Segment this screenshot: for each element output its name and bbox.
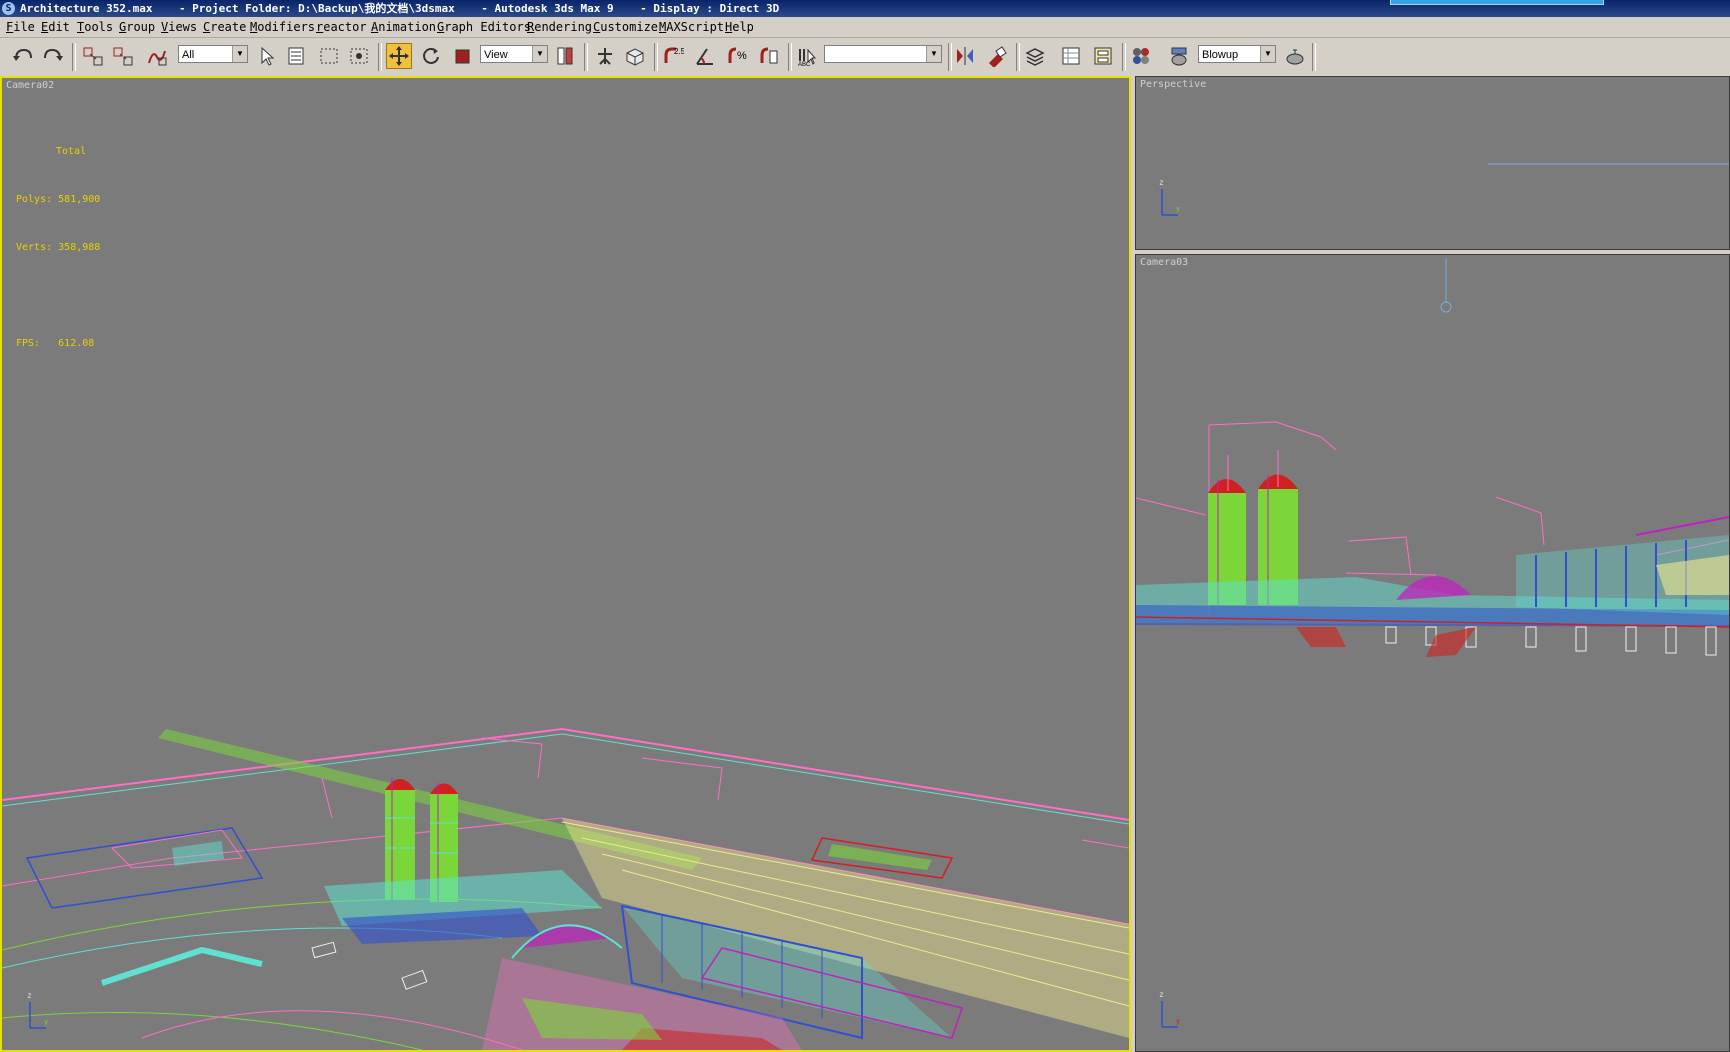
chevron-down-icon: ▼: [232, 46, 247, 62]
menu-bar: File Edit Tools Group Views Create Modif…: [0, 17, 1730, 38]
main-toolbar: All ▼ View ▼ 2.5 % ABC ▼ Blowup ▼: [0, 38, 1730, 77]
window-crossing-icon[interactable]: [346, 43, 372, 69]
menu-group[interactable]: Group: [119, 17, 155, 37]
layer-manager-icon[interactable]: [1022, 43, 1048, 69]
fps-label: FPS:: [16, 338, 41, 349]
svg-text:ABC: ABC: [798, 62, 811, 67]
svg-text:z: z: [1159, 178, 1164, 187]
fps-value: 612.08: [58, 338, 95, 349]
mirror-icon[interactable]: [952, 43, 978, 69]
move-icon[interactable]: [386, 43, 412, 69]
menu-maxscript[interactable]: MAXScript: [659, 17, 724, 37]
camera03-wireframe-scene: z y: [1136, 258, 1729, 1028]
menu-edit[interactable]: Edit: [41, 17, 70, 37]
select-object-icon[interactable]: [254, 43, 280, 69]
align-icon[interactable]: [984, 43, 1010, 69]
menu-animation[interactable]: Animation: [371, 17, 436, 37]
render-scene-icon[interactable]: [1166, 43, 1192, 69]
selection-filter-dropdown[interactable]: All ▼: [178, 45, 248, 63]
chevron-down-icon: ▼: [1260, 46, 1275, 62]
edit-named-selection-icon[interactable]: ABC: [794, 43, 820, 69]
menu-views[interactable]: Views: [161, 17, 197, 37]
schematic-view-icon[interactable]: [1090, 43, 1116, 69]
svg-text:y: y: [44, 1018, 48, 1026]
title-bar[interactable]: S Architecture 352.max - Project Folder:…: [0, 0, 1730, 17]
undo-icon[interactable]: [10, 43, 36, 69]
svg-text:y: y: [1176, 205, 1180, 213]
app-icon[interactable]: S: [2, 2, 15, 15]
verts-label: Verts:: [16, 242, 53, 253]
viewport-perspective[interactable]: z y Perspective: [1135, 76, 1730, 250]
select-by-name-icon[interactable]: [284, 43, 310, 69]
spinner-snap-icon[interactable]: [756, 43, 782, 69]
percent-snap-icon[interactable]: %: [724, 43, 750, 69]
angle-snap-icon[interactable]: [692, 43, 718, 69]
menu-create[interactable]: Create: [203, 17, 246, 37]
snap-icon[interactable]: 2.5: [660, 43, 686, 69]
scale-icon[interactable]: [450, 43, 476, 69]
manipulate-icon[interactable]: [592, 43, 618, 69]
menu-reactor[interactable]: reactor: [316, 17, 367, 37]
rect-region-icon[interactable]: [316, 43, 342, 69]
bind-spacewarp-icon[interactable]: [144, 43, 170, 69]
render-type-dropdown[interactable]: Blowup ▼: [1198, 45, 1276, 63]
menu-file[interactable]: File: [6, 17, 35, 37]
svg-text:%: %: [737, 50, 747, 62]
named-selection-dropdown[interactable]: ▼: [824, 45, 942, 63]
menu-customize[interactable]: Customize: [593, 17, 658, 37]
viewport-camera02[interactable]: z y Camera02 Total Polys: 581,900 Verts:…: [0, 76, 1131, 1052]
quick-render-icon[interactable]: [1282, 43, 1308, 69]
svg-text:z: z: [1159, 990, 1164, 999]
menu-tools[interactable]: Tools: [77, 17, 113, 37]
viewport-camera03[interactable]: z y Camera03: [1135, 254, 1730, 1052]
stats-total-header: Total: [56, 146, 87, 157]
perspective-wireframe-scene: z y: [1159, 163, 1729, 216]
redo-icon[interactable]: [40, 43, 66, 69]
keyboard-shortcut-icon[interactable]: [622, 43, 648, 69]
statistics-overlay: Total Polys: 581,900 Verts: 358,988 FPS:…: [16, 112, 100, 384]
menu-rendering[interactable]: Rendering: [527, 17, 592, 37]
material-editor-icon[interactable]: [1128, 43, 1154, 69]
menu-modifiers[interactable]: Modifiers: [250, 17, 315, 37]
menu-help[interactable]: Help: [725, 17, 754, 37]
snap-angle-label: 2.5: [674, 47, 684, 56]
title-bar-widget: [1390, 0, 1604, 5]
camera02-wireframe-scene: z y: [2, 727, 1129, 1050]
window-title: Architecture 352.max - Project Folder: D…: [20, 2, 780, 15]
selection-filter-value: All: [182, 49, 195, 61]
chevron-down-icon: ▼: [926, 46, 941, 62]
viewport-label[interactable]: Camera03: [1140, 257, 1188, 268]
select-link-icon[interactable]: [80, 43, 106, 69]
unlink-icon[interactable]: [110, 43, 136, 69]
chevron-down-icon: ▼: [532, 46, 547, 62]
menu-graph-editors[interactable]: Graph Editors: [437, 17, 531, 37]
viewport-label[interactable]: Camera02: [6, 80, 54, 91]
verts-value: 358,988: [58, 242, 101, 253]
polys-value: 581,900: [58, 194, 101, 205]
render-type-value: Blowup: [1202, 49, 1239, 61]
pivot-icon[interactable]: [552, 43, 578, 69]
rotate-icon[interactable]: [418, 43, 444, 69]
curve-editor-icon[interactable]: [1058, 43, 1084, 69]
reference-coord-dropdown[interactable]: View ▼: [480, 45, 548, 63]
reference-coord-value: View: [484, 49, 508, 61]
svg-text:z: z: [27, 991, 32, 1000]
viewport-label[interactable]: Perspective: [1140, 79, 1206, 90]
polys-label: Polys:: [16, 194, 53, 205]
svg-text:y: y: [1176, 1017, 1180, 1025]
